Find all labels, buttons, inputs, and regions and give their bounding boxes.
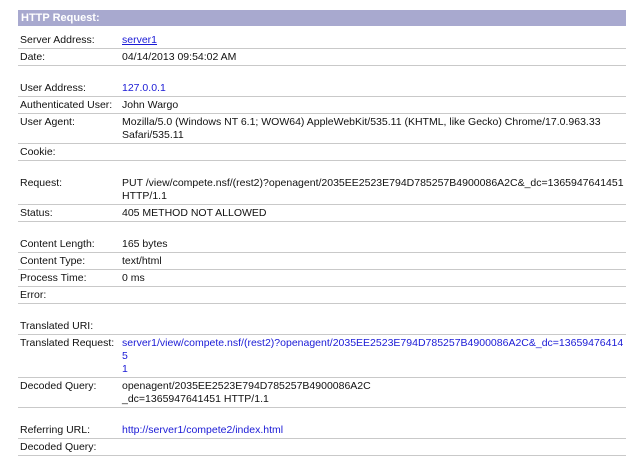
referring-url-label: Referring URL:: [20, 424, 91, 436]
request-value: PUT /view/compete.nsf/(rest2)?openagent/…: [122, 177, 624, 202]
row-translated-uri: Translated URI:: [18, 318, 626, 335]
decoded-query-value: openagent/2035EE2523E794D785257B4900086A…: [122, 380, 371, 405]
date-label: Date:: [20, 51, 46, 63]
user-address-label: User Address:: [20, 82, 86, 94]
row-decoded-query-2: Decoded Query:: [18, 439, 626, 456]
user-agent-value: Mozilla/5.0 (Windows NT 6.1; WOW64) Appl…: [122, 116, 601, 141]
panel-header: HTTP Request:: [18, 10, 626, 26]
date-value: 04/14/2013 09:54:02 AM: [122, 51, 237, 63]
row-decoded-query: Decoded Query: openagent/2035EE2523E794D…: [18, 378, 626, 408]
row-date: Date: 04/14/2013 09:54:02 AM: [18, 49, 626, 66]
server-address-label: Server Address:: [20, 34, 95, 46]
referring-url-link[interactable]: http://server1/compete2/index.html: [122, 424, 626, 437]
request-label: Request:: [20, 177, 63, 189]
cookie-value: [122, 146, 626, 159]
translated-request-label: Translated Request:: [20, 337, 115, 349]
translated-uri-value: [122, 320, 626, 333]
row-content-length: Content Length: 165 bytes: [18, 236, 626, 253]
error-value: [122, 289, 626, 302]
decoded-query-label: Decoded Query:: [20, 380, 97, 392]
row-referring-url: Referring URL: http://server1/compete2/i…: [18, 422, 626, 439]
row-error: Error:: [18, 287, 626, 304]
error-label: Error:: [20, 289, 47, 301]
row-request: Request: PUT /view/compete.nsf/(rest2)?o…: [18, 175, 626, 205]
row-server-address: Server Address: server1: [18, 32, 626, 49]
row-content-type: Content Type: text/html: [18, 253, 626, 270]
translated-request-link[interactable]: server1/view/compete.nsf/(rest2)?openage…: [122, 337, 626, 376]
user-address-link[interactable]: 127.0.0.1: [122, 82, 626, 95]
status-value: 405 METHOD NOT ALLOWED: [122, 207, 267, 219]
row-user-address: User Address: 127.0.0.1: [18, 80, 626, 97]
server-address-link[interactable]: server1: [122, 34, 626, 47]
row-status: Status: 405 METHOD NOT ALLOWED: [18, 205, 626, 222]
content-type-label: Content Type:: [20, 255, 86, 267]
authenticated-user-label: Authenticated User:: [20, 99, 113, 111]
process-time-label: Process Time:: [20, 272, 87, 284]
row-process-time: Process Time: 0 ms: [18, 270, 626, 287]
cookie-label: Cookie:: [20, 146, 56, 158]
authenticated-user-value: John Wargo: [122, 99, 179, 111]
row-cookie: Cookie:: [18, 144, 626, 161]
row-user-agent: User Agent: Mozilla/5.0 (Windows NT 6.1;…: [18, 114, 626, 144]
row-translated-request: Translated Request: server1/view/compete…: [18, 335, 626, 378]
translated-uri-label: Translated URI:: [20, 320, 94, 332]
content-length-value: 165 bytes: [122, 238, 168, 250]
content-length-label: Content Length:: [20, 238, 95, 250]
user-agent-label: User Agent:: [20, 116, 75, 128]
row-authenticated-user: Authenticated User: John Wargo: [18, 97, 626, 114]
content-type-value: text/html: [122, 255, 162, 267]
status-label: Status:: [20, 207, 53, 219]
process-time-value: 0 ms: [122, 272, 145, 284]
http-request-panel: HTTP Request: Server Address: server1 Da…: [18, 10, 626, 456]
